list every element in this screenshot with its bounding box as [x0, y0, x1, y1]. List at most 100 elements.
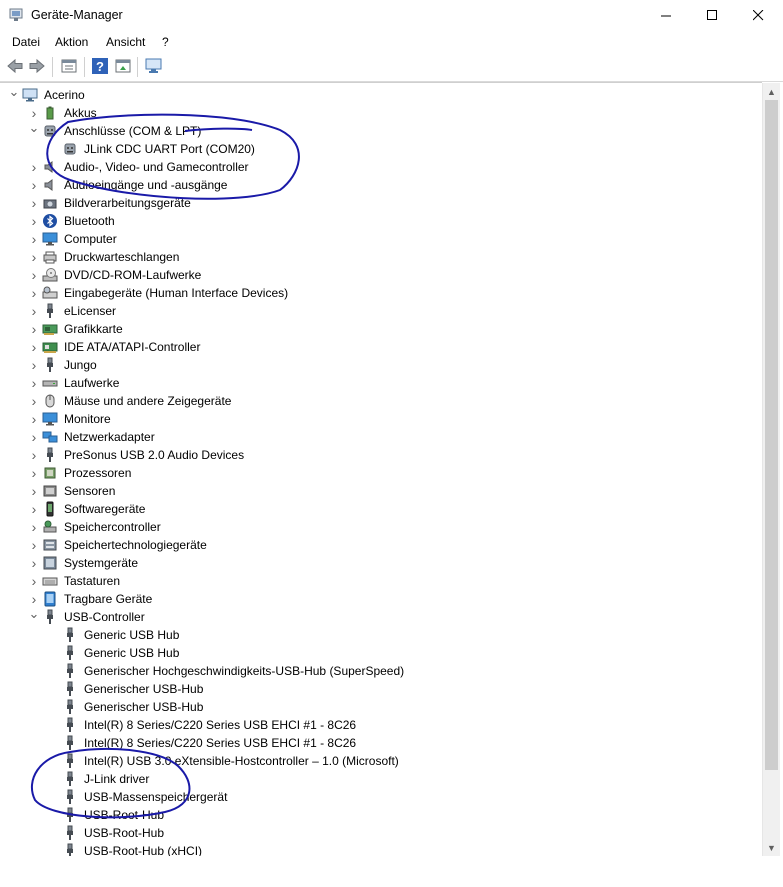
tree-category[interactable]: › Softwaregeräte [26, 500, 146, 518]
tree-category[interactable]: › IDE ATA/ATAPI-Controller [26, 338, 201, 356]
close-icon [752, 10, 763, 21]
chevron-right-icon[interactable]: › [26, 320, 42, 338]
chevron-right-icon[interactable]: › [26, 392, 42, 410]
menu-help[interactable]: ? [162, 35, 169, 49]
tree-item-label: Grafikkarte [64, 322, 123, 336]
tree-category[interactable]: › Systemgeräte [26, 554, 138, 572]
tree-category[interactable]: › DVD/CD-ROM-Laufwerke [26, 266, 202, 284]
chevron-right-icon[interactable]: › [26, 266, 42, 284]
vertical-scrollbar[interactable]: ▲ ▼ [762, 83, 780, 856]
chevron-right-icon[interactable]: › [26, 374, 42, 392]
tree-root-computer[interactable]: ⌄ Acerino [6, 83, 85, 104]
tree-category[interactable]: › Speichercontroller [26, 518, 161, 536]
scroll-down-icon[interactable]: ▼ [767, 843, 776, 853]
chevron-right-icon[interactable]: › [26, 158, 42, 176]
tree-device[interactable]: Generischer USB-Hub [46, 680, 203, 698]
tree-category[interactable]: › Audioeingänge und -ausgänge [26, 176, 228, 194]
tree-device[interactable]: Generischer Hochgeschwindigkeits-USB-Hub… [46, 662, 404, 680]
back-icon[interactable] [6, 57, 24, 75]
tree-device[interactable]: USB-Root-Hub [46, 824, 164, 842]
chevron-right-icon[interactable]: › [26, 536, 42, 554]
tree-category[interactable]: › Prozessoren [26, 464, 132, 482]
tree-category[interactable]: › Tragbare Geräte [26, 590, 153, 608]
chevron-right-icon[interactable]: › [26, 230, 42, 248]
forward-icon[interactable] [28, 57, 46, 75]
tree-device[interactable]: Intel(R) 8 Series/C220 Series USB EHCI #… [46, 716, 356, 734]
chevron-down-icon[interactable]: ⌄ [6, 83, 22, 101]
chevron-right-icon[interactable]: › [26, 554, 42, 572]
chevron-right-icon[interactable]: › [26, 464, 42, 482]
tree-category[interactable]: › Tastaturen [26, 572, 120, 590]
properties-icon[interactable] [60, 57, 78, 75]
minimize-button[interactable] [643, 0, 689, 31]
tree-device[interactable]: Generic USB Hub [46, 644, 179, 662]
scan-hardware-icon[interactable] [145, 57, 163, 75]
menu-aktion[interactable]: Aktion [55, 35, 88, 49]
chevron-down-icon[interactable]: ⌄ [26, 119, 42, 137]
tree-category[interactable]: › Grafikkarte [26, 320, 123, 338]
tree-category[interactable]: › Eingabegeräte (Human Interface Devices) [26, 284, 288, 302]
tree-category[interactable]: › PreSonus USB 2.0 Audio Devices [26, 446, 244, 464]
chevron-right-icon[interactable]: › [26, 428, 42, 446]
usb-plug-icon [42, 609, 58, 625]
tree-category[interactable]: › Computer [26, 230, 117, 248]
tree-category[interactable]: › eLicenser [26, 302, 116, 320]
chevron-right-icon[interactable]: › [26, 518, 42, 536]
tree-category[interactable]: › Audio-, Video- und Gamecontroller [26, 158, 249, 176]
chevron-right-icon[interactable]: › [26, 482, 42, 500]
tree-category[interactable]: › Monitore [26, 410, 111, 428]
tree-category[interactable]: ⌄ USB-Controller [26, 605, 145, 626]
chevron-right-icon[interactable]: › [26, 572, 42, 590]
tree-device[interactable]: Generic USB Hub [46, 626, 179, 644]
tree-category[interactable]: › Netzwerkadapter [26, 428, 155, 446]
tree-device[interactable]: Generischer USB-Hub [46, 698, 203, 716]
close-button[interactable] [735, 0, 781, 31]
chevron-right-icon[interactable]: › [26, 302, 42, 320]
chevron-right-icon[interactable]: › [26, 248, 42, 266]
chevron-right-icon[interactable]: › [26, 176, 42, 194]
help-icon[interactable]: ? [91, 57, 109, 75]
tree-item-label: Generischer USB-Hub [84, 682, 204, 696]
tree-category[interactable]: › Bluetooth [26, 212, 115, 230]
tree-category[interactable]: › Laufwerke [26, 374, 120, 392]
tree-device[interactable]: Intel(R) 8 Series/C220 Series USB EHCI #… [46, 734, 356, 752]
chevron-down-icon[interactable]: ⌄ [26, 605, 42, 623]
tree-category[interactable]: › Jungo [26, 356, 97, 374]
chevron-right-icon[interactable]: › [26, 446, 42, 464]
chevron-right-icon[interactable]: › [26, 356, 42, 374]
chevron-right-icon[interactable]: › [26, 410, 42, 428]
tree-device[interactable]: J-Link driver [46, 770, 149, 788]
chevron-right-icon[interactable]: › [26, 194, 42, 212]
maximize-button[interactable] [689, 0, 735, 31]
tree-item-label: USB-Massenspeichergerät [84, 790, 228, 804]
tree-category[interactable]: › Druckwarteschlangen [26, 248, 180, 266]
chevron-right-icon[interactable]: › [26, 500, 42, 518]
device-tree[interactable]: ⌄ Acerino › Akkus ⌄ Anschlüsse (COM & LPT) JLi… [0, 82, 762, 887]
chevron-right-icon[interactable]: › [26, 338, 42, 356]
tree-item-label: USB-Root-Hub [84, 808, 165, 822]
usb-plug-icon [62, 789, 78, 805]
menu-ansicht[interactable]: Ansicht [106, 35, 145, 49]
chevron-right-icon[interactable]: › [26, 212, 42, 230]
tree-item-label: Eingabegeräte (Human Interface Devices) [64, 286, 289, 300]
tree-category[interactable]: › Speichertechnologiegeräte [26, 536, 207, 554]
tree-device[interactable]: USB-Massenspeichergerät [46, 788, 227, 806]
tree-device[interactable]: JLink CDC UART Port (COM20) [46, 140, 255, 158]
tree-category[interactable]: › Mäuse und andere Zeigegeräte [26, 392, 232, 410]
tree-category[interactable]: › Bildverarbeitungsgeräte [26, 194, 191, 212]
chevron-right-icon[interactable]: › [26, 284, 42, 302]
menu-datei[interactable]: Datei [12, 35, 40, 49]
tree-category[interactable]: ⌄ Anschlüsse (COM & LPT) [26, 119, 202, 140]
tree-item-label: eLicenser [64, 304, 117, 318]
usb-plug-icon [62, 699, 78, 715]
tree-category[interactable]: › Sensoren [26, 482, 116, 500]
update-driver-icon[interactable] [114, 57, 132, 75]
scroll-up-icon[interactable]: ▲ [767, 87, 776, 97]
tree-device[interactable]: Intel(R) USB 3.0 eXtensible-Hostcontroll… [46, 752, 399, 770]
tree-item-label: Intel(R) USB 3.0 eXtensible-Hostcontroll… [84, 754, 399, 768]
tree-item-label: Intel(R) 8 Series/C220 Series USB EHCI #… [84, 718, 357, 732]
menu-bar: Datei Aktion Ansicht ? [0, 31, 783, 54]
scrollbar-thumb[interactable] [765, 100, 778, 770]
tree-device[interactable]: USB-Root-Hub [46, 806, 164, 824]
